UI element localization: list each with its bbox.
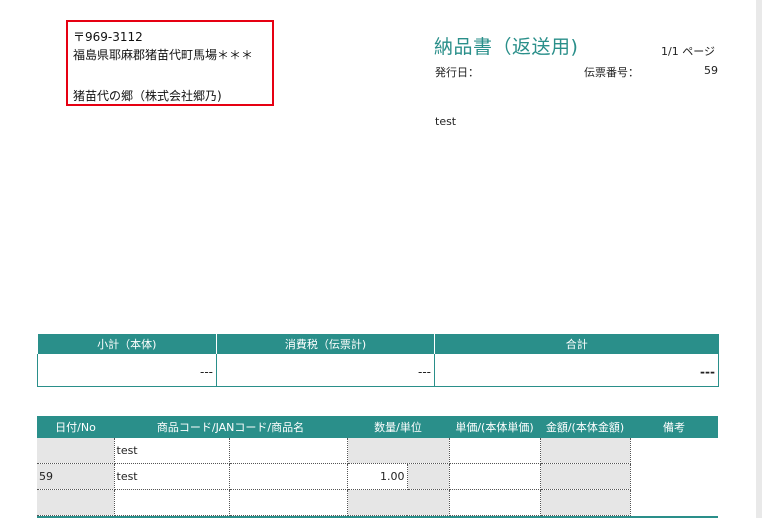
note-text: test — [435, 115, 457, 128]
issue-date-label: 発行日： — [435, 66, 479, 79]
total-value: --- — [700, 365, 715, 379]
row-code: test — [114, 438, 230, 464]
col-unit-price: 単価/(本体単価) — [449, 416, 540, 438]
row-name — [229, 489, 348, 516]
subtotal-value: --- — [200, 365, 213, 379]
row-amount — [540, 438, 631, 464]
tax-header: 消費税（伝票計) — [216, 334, 435, 354]
row-qty — [347, 489, 450, 516]
subtotal-cell: --- — [37, 354, 217, 387]
col-date-no: 日付/No — [37, 416, 114, 438]
col-qty-unit: 数量/単位 — [347, 416, 449, 438]
sender-postal-code: 〒969-3112 — [73, 30, 143, 44]
document-page: 〒969-3112 福島県耶麻郡猪苗代町馬場＊＊＊ 猪苗代の郷（株式会社郷乃) … — [0, 0, 757, 518]
table-row: test — [37, 438, 718, 464]
row-code — [114, 489, 230, 516]
row-amount — [540, 463, 631, 490]
table-row: 59 test 1.00 — [37, 463, 718, 490]
tax-cell: --- — [216, 354, 435, 387]
total-header: 合計 — [434, 334, 719, 354]
col-amount: 金額/(本体金額) — [540, 416, 630, 438]
row-price — [449, 463, 541, 490]
tax-value: --- — [418, 365, 431, 379]
row-date-no — [37, 438, 115, 464]
col-remarks: 備考 — [630, 416, 718, 438]
slip-number-label: 伝票番号： — [584, 66, 639, 79]
row-remarks — [630, 438, 718, 464]
row-name — [229, 463, 348, 490]
page-indicator: 1/1 ページ — [661, 45, 715, 58]
sender-address: 福島県耶麻郡猪苗代町馬場＊＊＊ — [73, 48, 254, 62]
page-edge-shadow — [756, 0, 762, 518]
subtotal-header: 小計（本体) — [37, 334, 217, 354]
slip-number-value: 59 — [704, 64, 718, 77]
summary-table: 小計（本体) 消費税（伝票計) 合計 --- --- --- — [37, 334, 719, 387]
row-unit — [407, 463, 450, 490]
row-date-no — [37, 489, 115, 516]
row-qty — [347, 438, 450, 464]
table-row — [37, 489, 718, 516]
row-name — [229, 438, 348, 464]
col-product: 商品コード/JANコード/商品名 — [114, 416, 347, 438]
total-cell: --- — [434, 354, 719, 387]
document-title: 納品書（返送用) — [434, 36, 579, 58]
row-code: test — [114, 463, 230, 490]
row-amount — [540, 489, 631, 516]
row-price — [449, 438, 541, 464]
row-remarks — [630, 464, 718, 490]
row-price — [449, 489, 541, 516]
row-date-no: 59 — [37, 463, 115, 490]
row-qty: 1.00 — [347, 463, 408, 490]
row-remarks — [630, 490, 718, 516]
sender-company: 猪苗代の郷（株式会社郷乃) — [73, 89, 222, 103]
items-table: 日付/No 商品コード/JANコード/商品名 数量/単位 単価/(本体単価) 金… — [37, 416, 718, 516]
